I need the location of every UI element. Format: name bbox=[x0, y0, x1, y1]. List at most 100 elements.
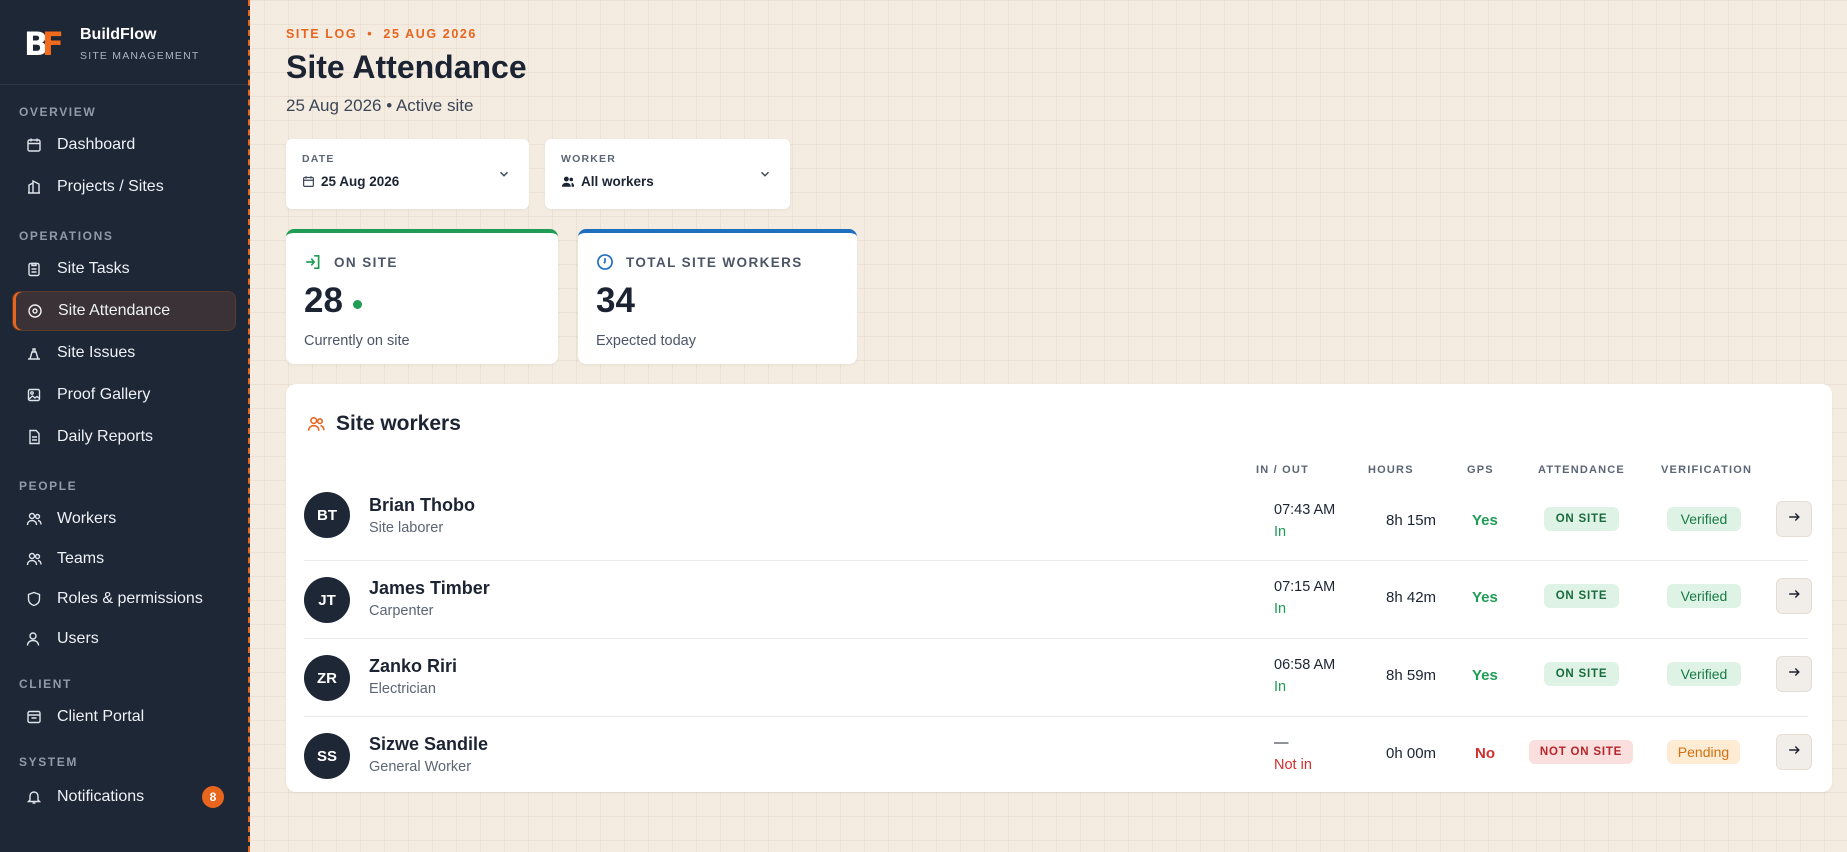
check-in-state: In bbox=[1274, 601, 1287, 617]
check-in-state: In bbox=[1274, 679, 1287, 695]
open-worker-button[interactable] bbox=[1776, 578, 1812, 614]
avatar: ZR bbox=[304, 655, 350, 701]
check-in-time: — bbox=[1274, 735, 1289, 751]
hours-value: 8h 42m bbox=[1386, 589, 1437, 606]
attendance-badge: ON SITE bbox=[1544, 507, 1619, 531]
worker-name: Zanko Riri bbox=[369, 656, 458, 676]
sidebar-item-site-attendance[interactable]: Site Attendance bbox=[12, 291, 236, 331]
sidebar-item-workers[interactable]: Workers bbox=[12, 499, 236, 539]
site-workers-title: Site workers bbox=[336, 412, 461, 435]
avatar: SS bbox=[304, 733, 350, 779]
users-icon bbox=[306, 415, 326, 433]
live-status-dot bbox=[352, 299, 362, 309]
sidebar-item-label: Users bbox=[57, 630, 99, 647]
stats-row: ON SITE 28 Currently on site TOTAL SITE … bbox=[286, 229, 1833, 364]
shield-icon bbox=[25, 590, 43, 608]
worker-role: Electrician bbox=[369, 681, 436, 697]
on-site-value: 28 bbox=[304, 281, 343, 320]
table-row[interactable]: ZR Zanko Riri Electrician 06:58 AM In 8h… bbox=[304, 639, 1812, 717]
column-header-gps: GPS bbox=[1467, 464, 1494, 476]
sidebar-item-notifications[interactable]: Notifications 8 bbox=[12, 777, 236, 817]
clock-icon bbox=[596, 253, 614, 271]
check-in-state: In bbox=[1274, 524, 1287, 540]
worker-name: Brian Thobo bbox=[369, 495, 475, 515]
notifications-count-badge: 8 bbox=[202, 786, 224, 808]
calendar-icon bbox=[25, 136, 43, 154]
verification-badge: Pending bbox=[1667, 740, 1740, 764]
portal-icon bbox=[25, 708, 43, 726]
nav-section-people: PEOPLE bbox=[19, 479, 78, 493]
page-subtitle: 25 Aug 2026 • Active site bbox=[286, 96, 474, 115]
worker-filter-label: WORKER bbox=[561, 153, 617, 165]
total-workers-stat-card: TOTAL SITE WORKERS 34 Expected today bbox=[578, 229, 857, 364]
buildflow-logo: BF bbox=[24, 25, 64, 63]
sidebar-item-label: Dashboard bbox=[57, 136, 136, 153]
bell-icon bbox=[25, 788, 43, 806]
nav-section-overview: OVERVIEW bbox=[19, 105, 97, 119]
sidebar-item-label: Notifications bbox=[57, 788, 145, 805]
sidebar-item-label: Projects / Sites bbox=[57, 178, 164, 195]
sidebar-item-site-tasks[interactable]: Site Tasks bbox=[12, 249, 236, 289]
sidebar-item-proof-gallery[interactable]: Proof Gallery bbox=[12, 375, 236, 415]
sidebar-item-client-portal[interactable]: Client Portal bbox=[12, 697, 236, 737]
chevron-down-icon bbox=[497, 167, 511, 186]
column-header-in-out: IN / OUT bbox=[1256, 464, 1309, 476]
date-filter-value: 25 Aug 2026 bbox=[321, 174, 400, 189]
open-worker-button[interactable] bbox=[1776, 501, 1812, 537]
worker-filter-value: All workers bbox=[581, 174, 654, 189]
avatar: JT bbox=[304, 577, 350, 623]
column-header-verification: VERIFICATION bbox=[1661, 464, 1753, 476]
brand-subtitle: SITE MANAGEMENT bbox=[80, 50, 200, 62]
column-header-hours: HOURS bbox=[1368, 464, 1414, 476]
sidebar-item-site-issues[interactable]: Site Issues bbox=[12, 333, 236, 373]
building-icon bbox=[25, 178, 43, 196]
sidebar-item-label: Site Issues bbox=[57, 344, 136, 361]
table-row[interactable]: SS Sizwe Sandile General Worker — Not in… bbox=[304, 717, 1812, 795]
sidebar-item-label: Site Attendance bbox=[58, 302, 171, 319]
total-workers-note: Expected today bbox=[596, 333, 696, 349]
worker-name: James Timber bbox=[369, 578, 490, 598]
sidebar-item-label: Roles & permissions bbox=[57, 590, 203, 607]
table-row[interactable]: BT Brian Thobo Site laborer 07:43 AM In … bbox=[304, 476, 1812, 561]
hazard-icon bbox=[25, 344, 43, 362]
table-row[interactable]: JT James Timber Carpenter 07:15 AM In 8h… bbox=[304, 561, 1812, 639]
hours-value: 0h 00m bbox=[1386, 745, 1437, 762]
user-icon bbox=[25, 630, 43, 648]
worker-role: General Worker bbox=[369, 759, 472, 775]
on-site-stat-card: ON SITE 28 Currently on site bbox=[286, 229, 558, 364]
document-icon bbox=[25, 428, 43, 446]
avatar: BT bbox=[304, 492, 350, 538]
verification-badge: Verified bbox=[1667, 584, 1741, 608]
sidebar-item-roles[interactable]: Roles & permissions bbox=[12, 579, 236, 619]
image-icon bbox=[25, 386, 43, 404]
date-filter[interactable]: DATE 25 Aug 2026 bbox=[286, 139, 529, 209]
sidebar-item-users[interactable]: Users bbox=[12, 619, 236, 659]
sidebar-item-dashboard[interactable]: Dashboard bbox=[12, 125, 236, 165]
sidebar-item-teams[interactable]: Teams bbox=[12, 539, 236, 579]
nav-section-operations: OPERATIONS bbox=[19, 229, 114, 243]
worker-role: Site laborer bbox=[369, 520, 444, 536]
sidebar-item-projects[interactable]: Projects / Sites bbox=[12, 167, 236, 207]
sidebar-item-daily-reports[interactable]: Daily Reports bbox=[12, 417, 236, 457]
brand-name: BuildFlow bbox=[80, 26, 157, 43]
site-workers-panel: Site workers IN / OUT HOURS GPS ATTENDAN… bbox=[286, 384, 1832, 792]
brand[interactable]: BF BuildFlow SITE MANAGEMENT bbox=[0, 0, 248, 85]
arrow-right-icon bbox=[1787, 510, 1801, 529]
filter-bar: DATE 25 Aug 2026 WORKER All workers bbox=[286, 139, 1833, 209]
arrow-right-icon bbox=[1787, 587, 1801, 606]
arrow-right-icon bbox=[1787, 665, 1801, 684]
worker-filter[interactable]: WORKER All workers bbox=[545, 139, 790, 209]
open-worker-button[interactable] bbox=[1776, 656, 1812, 692]
sidebar-item-label: Daily Reports bbox=[57, 428, 154, 445]
total-workers-value: 34 bbox=[596, 281, 635, 320]
on-site-note: Currently on site bbox=[304, 333, 410, 349]
on-site-label: ON SITE bbox=[334, 254, 398, 270]
sidebar-item-label: Workers bbox=[57, 510, 117, 527]
gps-value: No bbox=[1475, 745, 1495, 762]
verification-badge: Verified bbox=[1667, 507, 1741, 531]
open-worker-button[interactable] bbox=[1776, 734, 1812, 770]
column-header-attendance: ATTENDANCE bbox=[1538, 464, 1625, 476]
page-eyebrow: SITE LOG • 25 AUG 2026 bbox=[286, 27, 477, 41]
total-workers-label: TOTAL SITE WORKERS bbox=[626, 254, 803, 270]
location-pin-icon bbox=[26, 302, 44, 320]
